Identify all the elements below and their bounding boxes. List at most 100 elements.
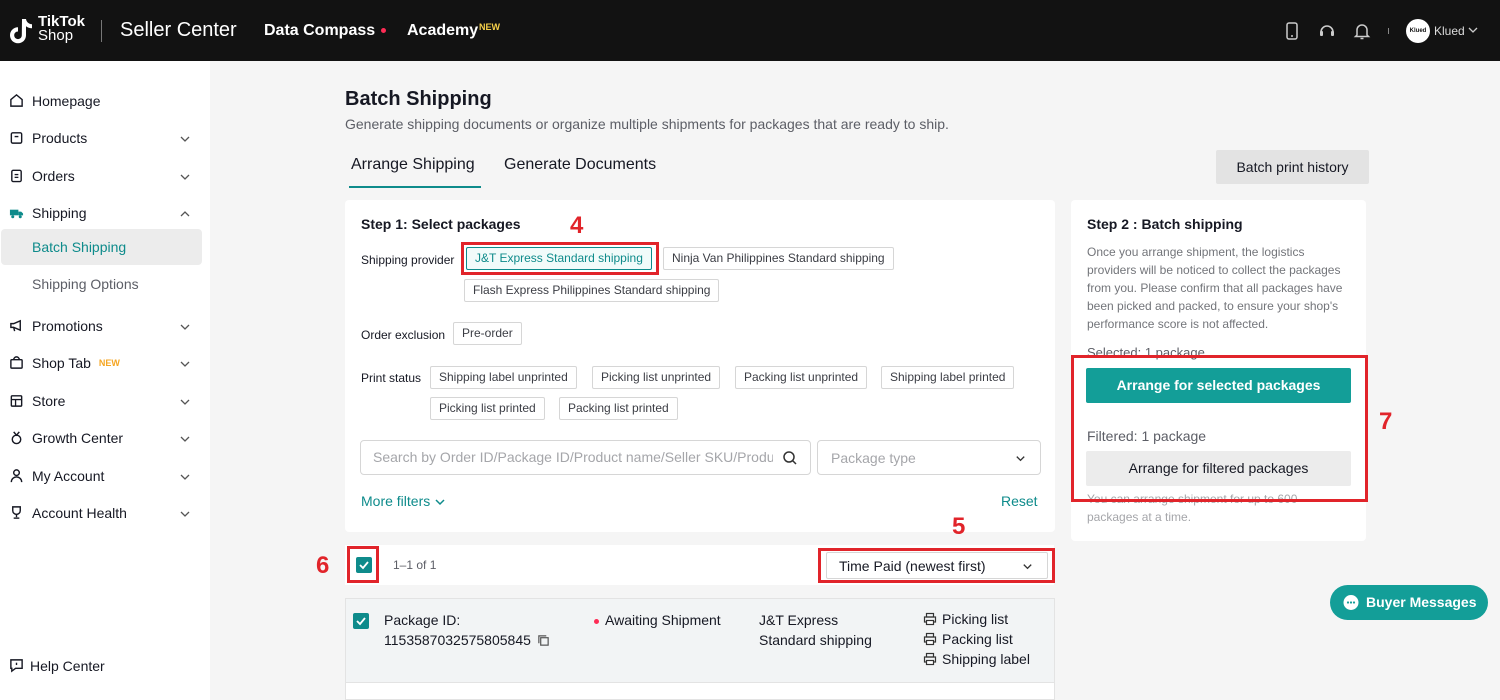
package-type-placeholder: Package type	[831, 450, 916, 466]
sidebar-item-label: Account Health	[32, 505, 127, 521]
avatar[interactable]: Klued	[1406, 19, 1430, 43]
bell-icon[interactable]	[1352, 21, 1372, 41]
academy-new-badge: NEW	[479, 22, 500, 32]
help-center-link[interactable]: Help Center	[9, 658, 105, 674]
tiktok-logo-icon	[10, 19, 32, 44]
phone-icon[interactable]	[1282, 21, 1302, 41]
print-chip-shipping-label-unprinted[interactable]: Shipping label unprinted	[430, 366, 577, 389]
notification-dot	[381, 28, 387, 34]
chat-bubble-icon	[1343, 595, 1359, 610]
sidebar-subitem-label: Shipping Options	[32, 276, 139, 292]
clipboard-icon	[11, 169, 22, 183]
reset-link[interactable]: Reset	[1001, 493, 1038, 509]
chevron-down-icon	[180, 136, 190, 142]
chevron-down-icon	[435, 499, 445, 506]
sidebar-item-label: Shop Tab	[32, 355, 91, 371]
annotation-box-sort	[818, 548, 1055, 583]
print-chip-shipping-label-printed[interactable]: Shipping label printed	[881, 366, 1015, 389]
sidebar-item-homepage[interactable]: Homepage	[0, 84, 210, 118]
buyer-messages-button[interactable]: Buyer Messages	[1330, 585, 1488, 620]
sidebar-item-label: Store	[32, 393, 66, 409]
chevron-down-icon[interactable]	[1467, 24, 1479, 36]
user-name[interactable]: Klued	[1434, 24, 1465, 38]
sidebar-item-shipping[interactable]: Shipping	[0, 196, 210, 230]
box-icon	[10, 132, 23, 144]
chevron-down-icon	[180, 361, 190, 367]
print-chip-packing-list-unprinted[interactable]: Packing list unprinted	[735, 366, 868, 389]
step2-description: Once you arrange shipment, the logistics…	[1087, 245, 1343, 331]
packing-list-link[interactable]: Packing list	[923, 631, 1013, 647]
search-box	[360, 440, 811, 475]
tiktok-shop-logo[interactable]: TikTok Shop	[8, 14, 90, 48]
annotation-box-select-all	[347, 546, 379, 583]
sidebar-item-shop-tab[interactable]: Shop Tab NEW	[0, 346, 210, 380]
logo-text-shop: Shop	[38, 27, 74, 44]
printer-icon	[923, 632, 937, 646]
nav-data-compass[interactable]: Data Compass	[264, 22, 387, 40]
shop-icon	[10, 356, 23, 369]
annotation-number-5: 5	[952, 513, 966, 540]
copy-icon[interactable]	[537, 634, 550, 647]
package-checkbox[interactable]	[353, 613, 369, 629]
sidebar-item-label: Shipping	[32, 205, 87, 221]
sidebar-item-label: Promotions	[32, 318, 103, 334]
help-chat-icon	[10, 659, 23, 673]
sidebar-item-batch-shipping[interactable]: Batch Shipping	[1, 229, 202, 265]
provider-chip-ninja-van[interactable]: Ninja Van Philippines Standard shipping	[663, 247, 894, 270]
chevron-up-icon	[180, 211, 190, 217]
tab-arrange-shipping[interactable]: Arrange Shipping	[351, 156, 475, 174]
result-count: 1–1 of 1	[393, 558, 437, 572]
package-carrier-line1: J&T Express	[759, 612, 839, 628]
more-filters-label: More filters	[361, 493, 431, 509]
table-row	[345, 683, 1055, 700]
print-chip-packing-list-printed[interactable]: Packing list printed	[559, 397, 678, 420]
annotation-box-batch-shipping	[1071, 355, 1368, 502]
store-icon	[10, 395, 23, 407]
headset-icon[interactable]	[1317, 21, 1337, 41]
medal-icon	[11, 431, 22, 445]
sidebar-item-label: Homepage	[32, 93, 101, 109]
person-icon	[10, 469, 23, 483]
exclusion-chip-pre-order[interactable]: Pre-order	[453, 322, 522, 345]
sidebar-item-label: My Account	[32, 468, 105, 484]
shipping-label-link[interactable]: Shipping label	[923, 651, 1030, 667]
search-icon[interactable]	[782, 450, 798, 466]
package-type-select[interactable]: Package type	[817, 440, 1041, 475]
search-input[interactable]	[373, 449, 773, 465]
logo-divider	[101, 20, 102, 42]
package-id-label: Package ID:	[384, 612, 461, 628]
sidebar-item-growth-center[interactable]: Growth Center	[0, 421, 210, 455]
nav-academy[interactable]: Academy	[407, 22, 478, 40]
print-chip-picking-list-unprinted[interactable]: Picking list unprinted	[592, 366, 721, 389]
sidebar: Homepage Products Orders Shipping Batch …	[0, 61, 210, 700]
printer-icon	[923, 612, 937, 626]
truck-icon	[9, 209, 24, 219]
sidebar-item-store[interactable]: Store	[0, 384, 210, 418]
sidebar-item-orders[interactable]: Orders	[0, 159, 210, 193]
sidebar-item-label: Growth Center	[32, 430, 124, 446]
tab-generate-documents[interactable]: Generate Documents	[504, 156, 656, 174]
page-title: Batch Shipping	[345, 88, 492, 110]
sidebar-item-promotions[interactable]: Promotions	[0, 309, 210, 343]
page-subtitle: Generate shipping documents or organize …	[345, 116, 949, 132]
annotation-number-6: 6	[316, 552, 330, 579]
package-status-label: Awaiting Shipment	[605, 612, 721, 628]
status-dot	[594, 618, 599, 624]
annotation-number-7: 7	[1379, 408, 1393, 435]
step2-title: Step 2 : Batch shipping	[1087, 216, 1243, 232]
batch-print-history-button[interactable]: Batch print history	[1216, 150, 1369, 184]
printer-icon	[923, 652, 937, 666]
picking-list-label: Picking list	[942, 611, 1009, 627]
print-chip-picking-list-printed[interactable]: Picking list printed	[430, 397, 545, 420]
picking-list-link[interactable]: Picking list	[923, 611, 1008, 627]
megaphone-icon	[10, 319, 21, 332]
sidebar-item-account-health[interactable]: Account Health	[0, 496, 210, 530]
more-filters-link[interactable]: More filters	[361, 493, 446, 509]
provider-chip-flash-express[interactable]: Flash Express Philippines Standard shipp…	[464, 279, 720, 302]
chevron-down-icon	[180, 174, 190, 180]
sidebar-item-my-account[interactable]: My Account	[0, 459, 210, 493]
sidebar-item-products[interactable]: Products	[0, 121, 210, 155]
packing-list-label: Packing list	[942, 631, 1013, 647]
chevron-down-icon	[180, 399, 190, 405]
sidebar-item-shipping-options[interactable]: Shipping Options	[1, 266, 202, 302]
